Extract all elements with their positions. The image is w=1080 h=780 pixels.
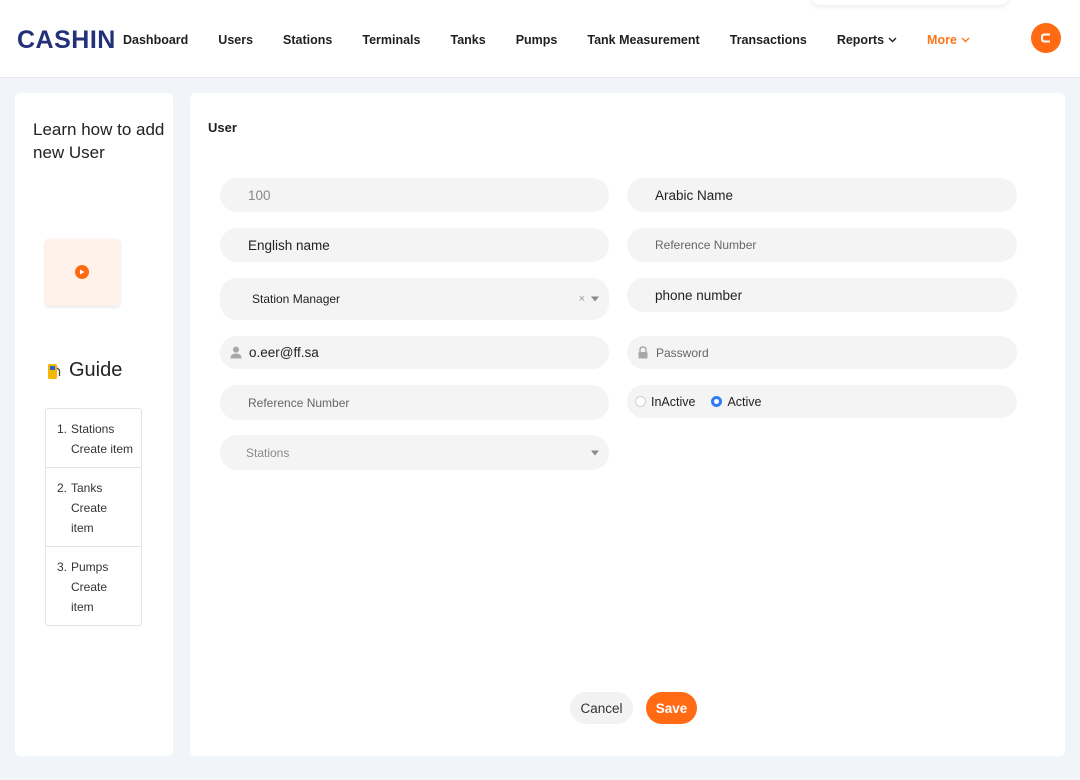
email-value: o.eer@ff.sa bbox=[249, 345, 319, 360]
nav-users[interactable]: Users bbox=[218, 33, 253, 47]
stations-select[interactable]: Stations bbox=[220, 435, 609, 470]
main-nav: Dashboard Users Stations Terminals Tanks… bbox=[123, 31, 1000, 48]
user-id-field[interactable]: 100 bbox=[220, 178, 609, 212]
email-field[interactable]: o.eer@ff.sa bbox=[220, 336, 609, 369]
step-action: Create item bbox=[71, 501, 108, 535]
caret-down-icon[interactable] bbox=[591, 296, 599, 302]
arabic-name-field[interactable]: Arabic Name bbox=[627, 178, 1017, 212]
status-active-label: Active bbox=[727, 394, 762, 409]
step-name: Pumps bbox=[71, 560, 109, 574]
tutorial-video-thumbnail[interactable] bbox=[45, 239, 120, 306]
user-form-panel: User 100 English name Station Manager × … bbox=[190, 93, 1065, 756]
nav-tank-measurement[interactable]: Tank Measurement bbox=[587, 33, 699, 47]
role-selected-value: Station Manager bbox=[252, 292, 341, 306]
reference-number-placeholder: Reference Number bbox=[248, 395, 350, 410]
radio-checked-icon bbox=[711, 396, 723, 407]
step-number: 2. bbox=[57, 481, 68, 495]
save-button[interactable]: Save bbox=[646, 692, 697, 724]
fuel-pump-icon bbox=[48, 363, 61, 379]
status-inactive-radio[interactable]: InActive bbox=[635, 395, 695, 409]
cashin-mark-icon bbox=[1041, 33, 1050, 43]
step-action: Create item bbox=[71, 580, 108, 614]
english-name-field[interactable]: English name bbox=[220, 228, 609, 262]
english-name-value: English name bbox=[248, 237, 330, 253]
user-id-value: 100 bbox=[248, 187, 271, 203]
reference-number-placeholder: Reference Number bbox=[655, 238, 757, 252]
nav-stations[interactable]: Stations bbox=[283, 33, 332, 47]
nav-transactions[interactable]: Transactions bbox=[730, 33, 807, 47]
step-text: Pumps Create item bbox=[71, 557, 111, 617]
play-icon[interactable] bbox=[75, 265, 89, 279]
reference-number-field-2[interactable]: Reference Number bbox=[220, 385, 609, 420]
step-action: Create item bbox=[71, 442, 134, 456]
step-number: 1. bbox=[57, 422, 68, 436]
step-name: Tanks bbox=[71, 481, 103, 495]
clear-icon[interactable]: × bbox=[579, 293, 585, 305]
nav-pumps[interactable]: Pumps bbox=[516, 33, 558, 47]
user-avatar[interactable] bbox=[1031, 23, 1061, 53]
user-icon bbox=[230, 346, 242, 359]
chevron-down-icon bbox=[961, 37, 970, 42]
status-radio-group: InActive Active bbox=[627, 385, 1017, 418]
nav-reports-label: Reports bbox=[836, 32, 885, 47]
lock-icon bbox=[638, 346, 648, 359]
stations-placeholder: Stations bbox=[246, 445, 290, 460]
nav-dashboard[interactable]: Dashboard bbox=[123, 33, 188, 47]
step-text: Stations Create item bbox=[71, 419, 133, 459]
guide-label: Guide bbox=[69, 359, 123, 381]
nav-reports-dropdown[interactable]: Reports bbox=[837, 33, 897, 47]
guide-step-pumps[interactable]: 3. Pumps Create item bbox=[46, 547, 141, 625]
reference-number-field[interactable]: Reference Number bbox=[627, 228, 1017, 262]
radio-empty-icon bbox=[635, 396, 646, 407]
cancel-button[interactable]: Cancel bbox=[570, 692, 633, 724]
status-inactive-label: InActive bbox=[651, 394, 696, 409]
nav-more-dropdown[interactable]: More bbox=[927, 33, 970, 47]
guide-step-tanks[interactable]: 2. Tanks Create item bbox=[46, 468, 141, 547]
caret-down-icon[interactable] bbox=[591, 450, 599, 455]
phone-number-value: phone number bbox=[655, 287, 743, 303]
cashin-logo[interactable]: CASHIN bbox=[17, 27, 116, 53]
phone-number-field[interactable]: phone number bbox=[627, 278, 1017, 312]
nav-tanks[interactable]: Tanks bbox=[450, 33, 485, 47]
nav-terminals[interactable]: Terminals bbox=[362, 33, 420, 47]
role-select[interactable]: Station Manager × bbox=[220, 278, 609, 320]
arabic-name-value: Arabic Name bbox=[655, 187, 734, 203]
step-text: Tanks Create item bbox=[71, 478, 111, 538]
guide-sidebar: Learn how to add new User Guide 1. Stati… bbox=[15, 93, 173, 756]
top-navbar: CASHIN Dashboard Users Stations Terminal… bbox=[0, 0, 1080, 78]
password-field[interactable]: Password bbox=[627, 336, 1017, 369]
password-placeholder: Password bbox=[656, 345, 709, 360]
form-title: User bbox=[208, 120, 237, 135]
dropdown-popover-edge bbox=[812, 0, 1008, 5]
guide-step-stations[interactable]: 1. Stations Create item bbox=[46, 409, 141, 468]
sidebar-title: Learn how to add new User bbox=[33, 120, 165, 162]
chevron-down-icon bbox=[888, 37, 897, 42]
step-name: Stations bbox=[71, 422, 115, 436]
status-active-radio[interactable]: Active bbox=[711, 394, 762, 409]
step-number: 3. bbox=[57, 560, 68, 574]
guide-heading: Guide bbox=[47, 359, 122, 382]
guide-steps: 1. Stations Create item 2. Tanks Create … bbox=[45, 408, 142, 626]
nav-more-label: More bbox=[927, 32, 957, 47]
